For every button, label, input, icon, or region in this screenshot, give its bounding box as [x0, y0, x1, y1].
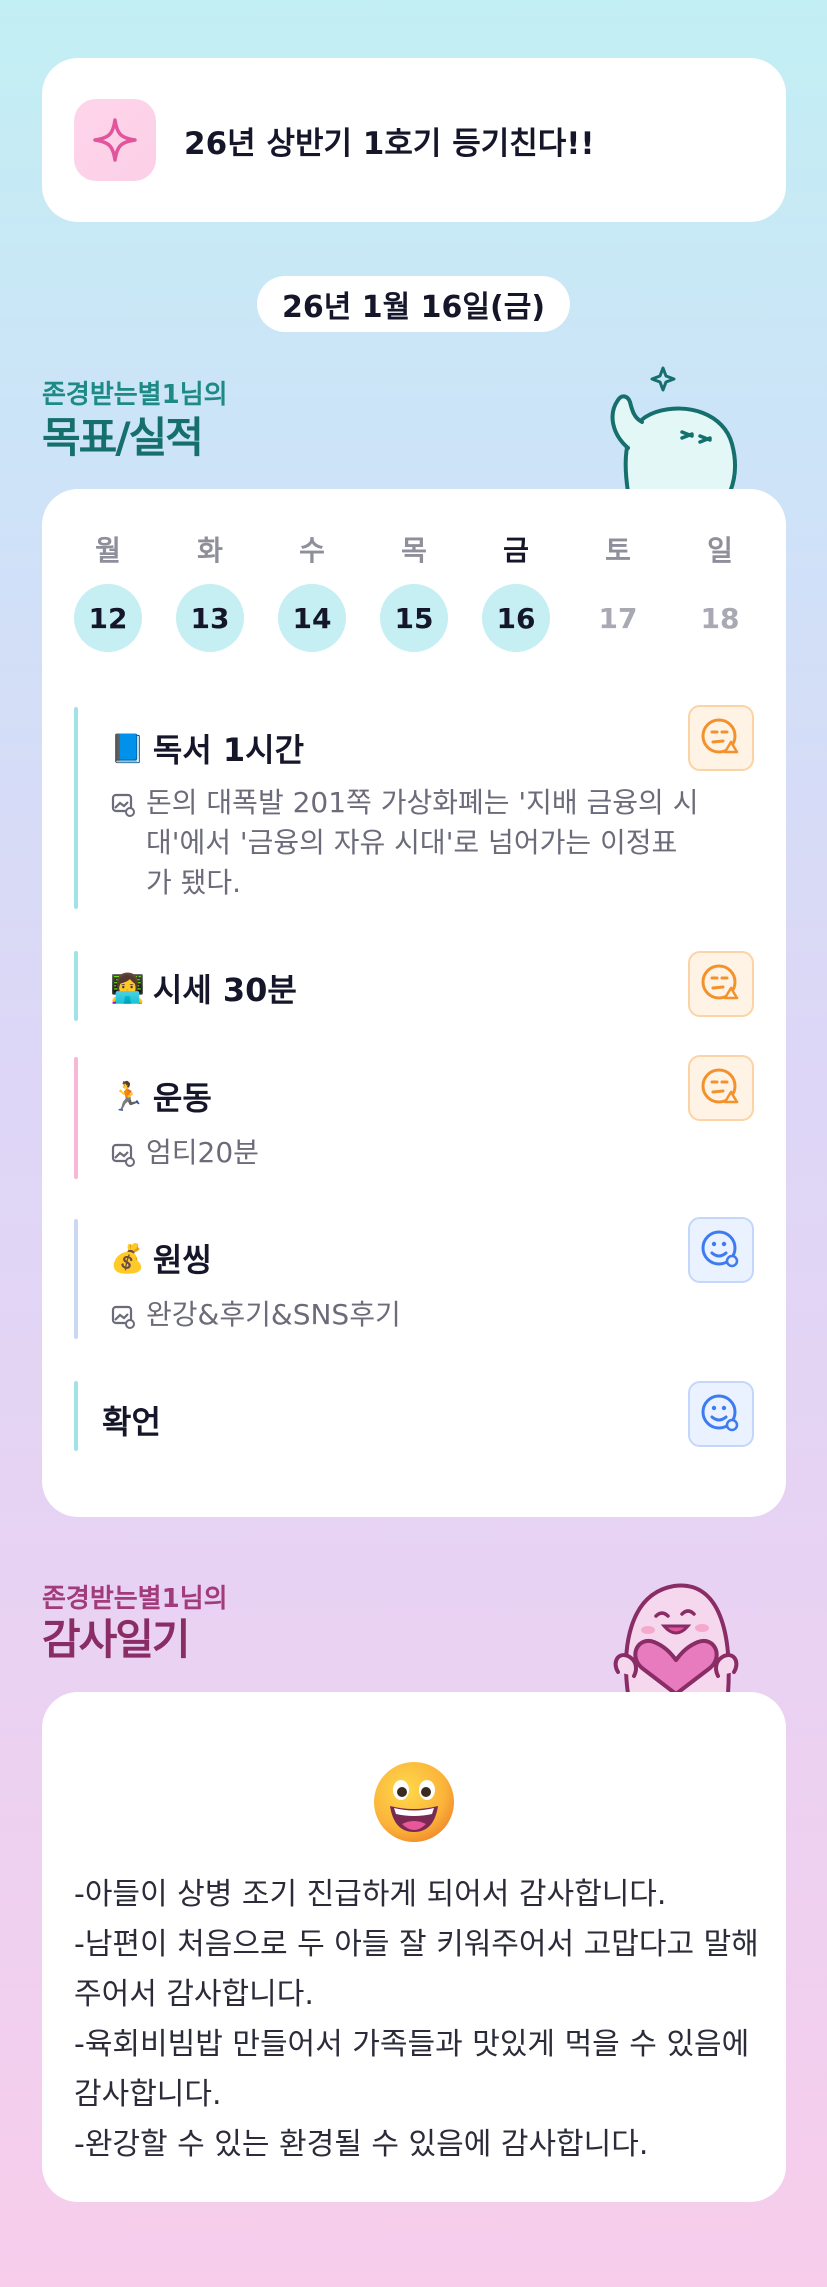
goals-section-title: 목표/실적: [42, 413, 204, 462]
thanks-card: -아들이 상병 조기 진급하게 되어서 감사합니다. -남편이 처음으로 두 아…: [42, 1692, 786, 2202]
goal-banner[interactable]: 26년 상반기 1호기 등기친다!!: [42, 58, 786, 222]
weekday-label: 목: [401, 534, 427, 567]
banner-title: 26년 상반기 1호기 등기친다!!: [184, 125, 595, 162]
thanks-line: -남편이 처음으로 두 아들 잘 키워주어서 고맙다고 말해주어서 감사합니다.: [74, 1927, 759, 2012]
weekday-label: 월: [95, 534, 121, 567]
partial-status-icon[interactable]: [688, 1055, 754, 1121]
goal-note-text: 돈의 대폭발 201쪽 가상화폐는 '지배 금융의 시대'에서 '금융의 자유 …: [146, 786, 699, 899]
thanks-section-title: 감사일기: [42, 1615, 191, 1664]
goal-accent-bar: [74, 1057, 78, 1179]
goal-title-text: 독서 1시간: [152, 731, 305, 769]
date-circle: 13: [176, 584, 244, 652]
goal-accent-bar: [74, 951, 78, 1021]
thanks-entry[interactable]: -아들이 상병 조기 진급하게 되어서 감사합니다. -남편이 처음으로 두 아…: [74, 1870, 764, 2170]
book-icon: 📘: [110, 731, 145, 765]
thanks-line: -완강할 수 있는 환경될 수 있음에 감사합니다.: [74, 2127, 649, 2162]
goal-item[interactable]: 확언: [74, 1381, 754, 1451]
goal-title: 확언: [102, 1397, 161, 1443]
goals-card: 월 12 화 13 수 14 목 15 금 16 토 17 일 18 📘 독서 …: [42, 489, 786, 1517]
date-circle: 14: [278, 584, 346, 652]
ghost-mascot-heart: [613, 1583, 739, 1694]
goal-title-text: 확언: [102, 1403, 161, 1441]
goal-item[interactable]: 💰 원씽 완강&후기&SNS후기: [74, 1217, 754, 1341]
date-circle: 15: [380, 584, 448, 652]
done-status-icon[interactable]: [688, 1217, 754, 1283]
goal-item[interactable]: 👩‍💻 시세 30분: [74, 951, 754, 1021]
ghost-mascot-wave: [610, 366, 738, 492]
goal-item[interactable]: 🏃 운동 엄티20분: [74, 1055, 754, 1179]
week-day-sun[interactable]: 일 18: [686, 529, 754, 635]
done-status-icon[interactable]: [688, 1381, 754, 1447]
week-day-fri[interactable]: 금 16: [482, 529, 550, 652]
goal-accent-bar: [74, 1219, 78, 1339]
week-day-mon[interactable]: 월 12: [74, 529, 142, 652]
sparkle-icon: [74, 99, 156, 181]
laptop-worker-icon: 👩‍💻: [110, 971, 145, 1005]
goal-title: 📘 독서 1시간: [110, 725, 304, 771]
thanks-line: -육회비빔밥 만들어서 가족들과 맛있게 먹을 수 있음에 감사합니다.: [74, 2027, 750, 2112]
date-circle: 16: [482, 584, 550, 652]
goal-title: 👩‍💻 시세 30분: [110, 965, 297, 1011]
week-day-wed[interactable]: 수 14: [278, 529, 346, 652]
weekday-label: 일: [707, 534, 733, 567]
image-note-icon: [110, 1301, 146, 1341]
date-selector[interactable]: 26년 1월 16일(금): [257, 276, 570, 332]
week-day-thu[interactable]: 목 15: [380, 529, 448, 652]
goal-title: 💰 원씽: [110, 1235, 212, 1281]
money-bag-icon: 💰: [110, 1241, 145, 1275]
weekday-label: 수: [299, 534, 325, 567]
image-note-icon: [110, 1139, 146, 1179]
grinning-face-icon: [374, 1762, 454, 1842]
date-circle: 18: [700, 601, 740, 635]
running-icon: 🏃: [110, 1079, 145, 1113]
weekday-label: 화: [197, 534, 223, 567]
week-day-sat[interactable]: 토 17: [584, 529, 652, 635]
weekday-label: 금: [503, 534, 529, 567]
goal-note: 돈의 대폭발 201쪽 가상화폐는 '지배 금융의 시대'에서 '금융의 자유 …: [110, 783, 700, 903]
goal-note: 완강&후기&SNS후기: [110, 1295, 700, 1341]
goal-item[interactable]: 📘 독서 1시간 돈의 대폭발 201쪽 가상화폐는 '지배 금융의 시대'에서…: [74, 705, 754, 909]
goal-note-text: 엄티20분: [146, 1136, 259, 1169]
goal-title-text: 원씽: [152, 1241, 212, 1279]
partial-status-icon[interactable]: [688, 705, 754, 771]
weekday-label: 토: [605, 534, 631, 567]
goal-title-text: 운동: [152, 1079, 212, 1117]
goal-accent-bar: [74, 1381, 78, 1451]
thanks-line: -아들이 상병 조기 진급하게 되어서 감사합니다.: [74, 1877, 667, 1912]
goal-note-text: 완강&후기&SNS후기: [146, 1298, 401, 1331]
partial-status-icon[interactable]: [688, 951, 754, 1017]
goal-title: 🏃 운동: [110, 1073, 212, 1119]
goal-title-text: 시세 30분: [152, 971, 297, 1009]
week-day-tue[interactable]: 화 13: [176, 529, 244, 652]
goal-note: 엄티20분: [110, 1133, 700, 1179]
date-circle: 17: [598, 601, 638, 635]
date-circle: 12: [74, 584, 142, 652]
image-note-icon: [110, 789, 146, 903]
goal-accent-bar: [74, 707, 78, 909]
